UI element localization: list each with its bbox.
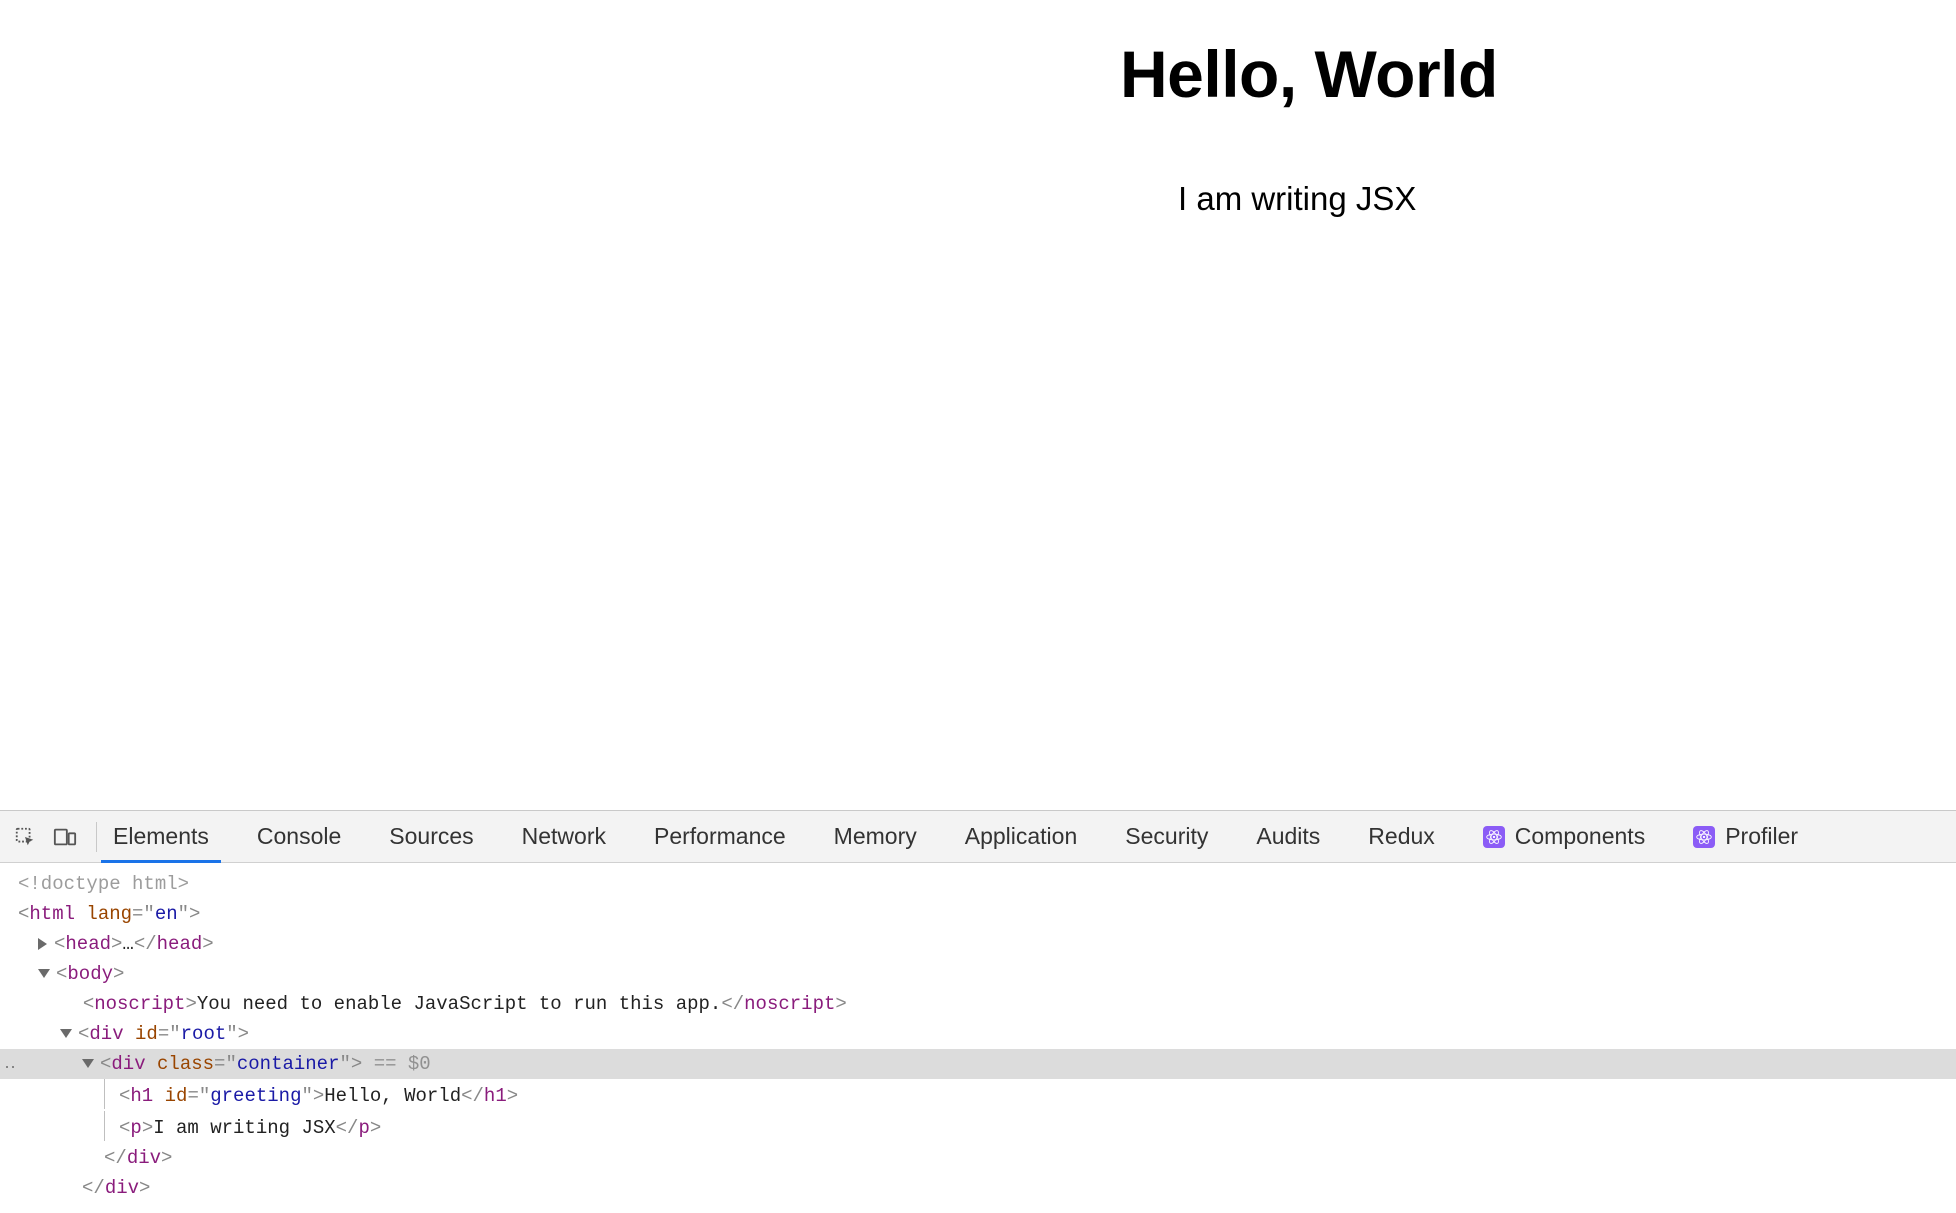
dom-line-root[interactable]: <div id="root"> xyxy=(0,1019,1956,1049)
tab-sources[interactable]: Sources xyxy=(387,811,475,862)
collapse-arrow-icon[interactable] xyxy=(60,1029,72,1038)
tab-label: Performance xyxy=(654,823,786,850)
page-heading: Hello, World xyxy=(1120,36,1498,112)
app-root: Hello, World I am writing JSX Elements xyxy=(0,0,1956,1200)
tab-label: Audits xyxy=(1256,823,1320,850)
tab-console[interactable]: Console xyxy=(255,811,343,862)
tab-label: Security xyxy=(1125,823,1208,850)
inspect-element-icon[interactable] xyxy=(8,820,42,854)
tab-profiler[interactable]: Profiler xyxy=(1691,811,1800,862)
devtools-selection-ref: == $0 xyxy=(362,1053,430,1075)
elements-tree[interactable]: ‥ <!doctype html> <html lang="en"> <head… xyxy=(0,863,1956,1213)
collapse-arrow-icon[interactable] xyxy=(38,969,50,978)
tab-network[interactable]: Network xyxy=(520,811,608,862)
page-paragraph: I am writing JSX xyxy=(1178,180,1416,218)
tab-label: Network xyxy=(522,823,606,850)
dom-line-container-selected[interactable]: <div class="container"> == $0 xyxy=(0,1049,1956,1079)
page-viewport: Hello, World I am writing JSX xyxy=(0,0,1956,810)
toolbar-separator xyxy=(96,822,97,852)
tab-label: Elements xyxy=(113,823,209,850)
expand-arrow-icon[interactable] xyxy=(38,938,47,950)
tab-memory[interactable]: Memory xyxy=(832,811,919,862)
dom-line-html[interactable]: <html lang="en"> xyxy=(0,899,1956,929)
tab-label: Application xyxy=(965,823,1078,850)
dom-line-root-close[interactable]: </div> xyxy=(0,1173,1956,1203)
dom-line-body[interactable]: <body> xyxy=(0,959,1956,989)
dom-line-container-close[interactable]: </div> xyxy=(0,1143,1956,1173)
react-icon xyxy=(1483,826,1505,848)
gutter-ellipsis-icon: ‥ xyxy=(4,1049,16,1079)
dom-line-doctype[interactable]: <!doctype html> xyxy=(0,869,1956,899)
devtools-panel: Elements Console Sources Network Perform… xyxy=(0,810,1956,1213)
tab-application[interactable]: Application xyxy=(963,811,1080,862)
tab-label: Console xyxy=(257,823,341,850)
tab-label: Components xyxy=(1515,823,1645,850)
react-icon xyxy=(1693,826,1715,848)
dom-line-h1[interactable]: <h1 id="greeting">Hello, World</h1> xyxy=(0,1079,1956,1111)
tab-label: Profiler xyxy=(1725,823,1798,850)
tab-label: Redux xyxy=(1368,823,1434,850)
tab-label: Sources xyxy=(389,823,473,850)
tab-redux[interactable]: Redux xyxy=(1366,811,1436,862)
devtools-toolbar: Elements Console Sources Network Perform… xyxy=(0,811,1956,863)
collapse-arrow-icon[interactable] xyxy=(82,1059,94,1068)
device-toolbar-icon[interactable] xyxy=(48,820,82,854)
dom-line-noscript[interactable]: <noscript>You need to enable JavaScript … xyxy=(0,989,1956,1019)
tab-security[interactable]: Security xyxy=(1123,811,1210,862)
devtools-tabs: Elements Console Sources Network Perform… xyxy=(111,811,1800,862)
tab-performance[interactable]: Performance xyxy=(652,811,788,862)
tab-elements[interactable]: Elements xyxy=(111,811,211,862)
tab-components[interactable]: Components xyxy=(1481,811,1647,862)
tab-audits[interactable]: Audits xyxy=(1254,811,1322,862)
dom-line-head[interactable]: <head>…</head> xyxy=(0,929,1956,959)
dom-line-p[interactable]: <p>I am writing JSX</p> xyxy=(0,1111,1956,1143)
tab-label: Memory xyxy=(834,823,917,850)
